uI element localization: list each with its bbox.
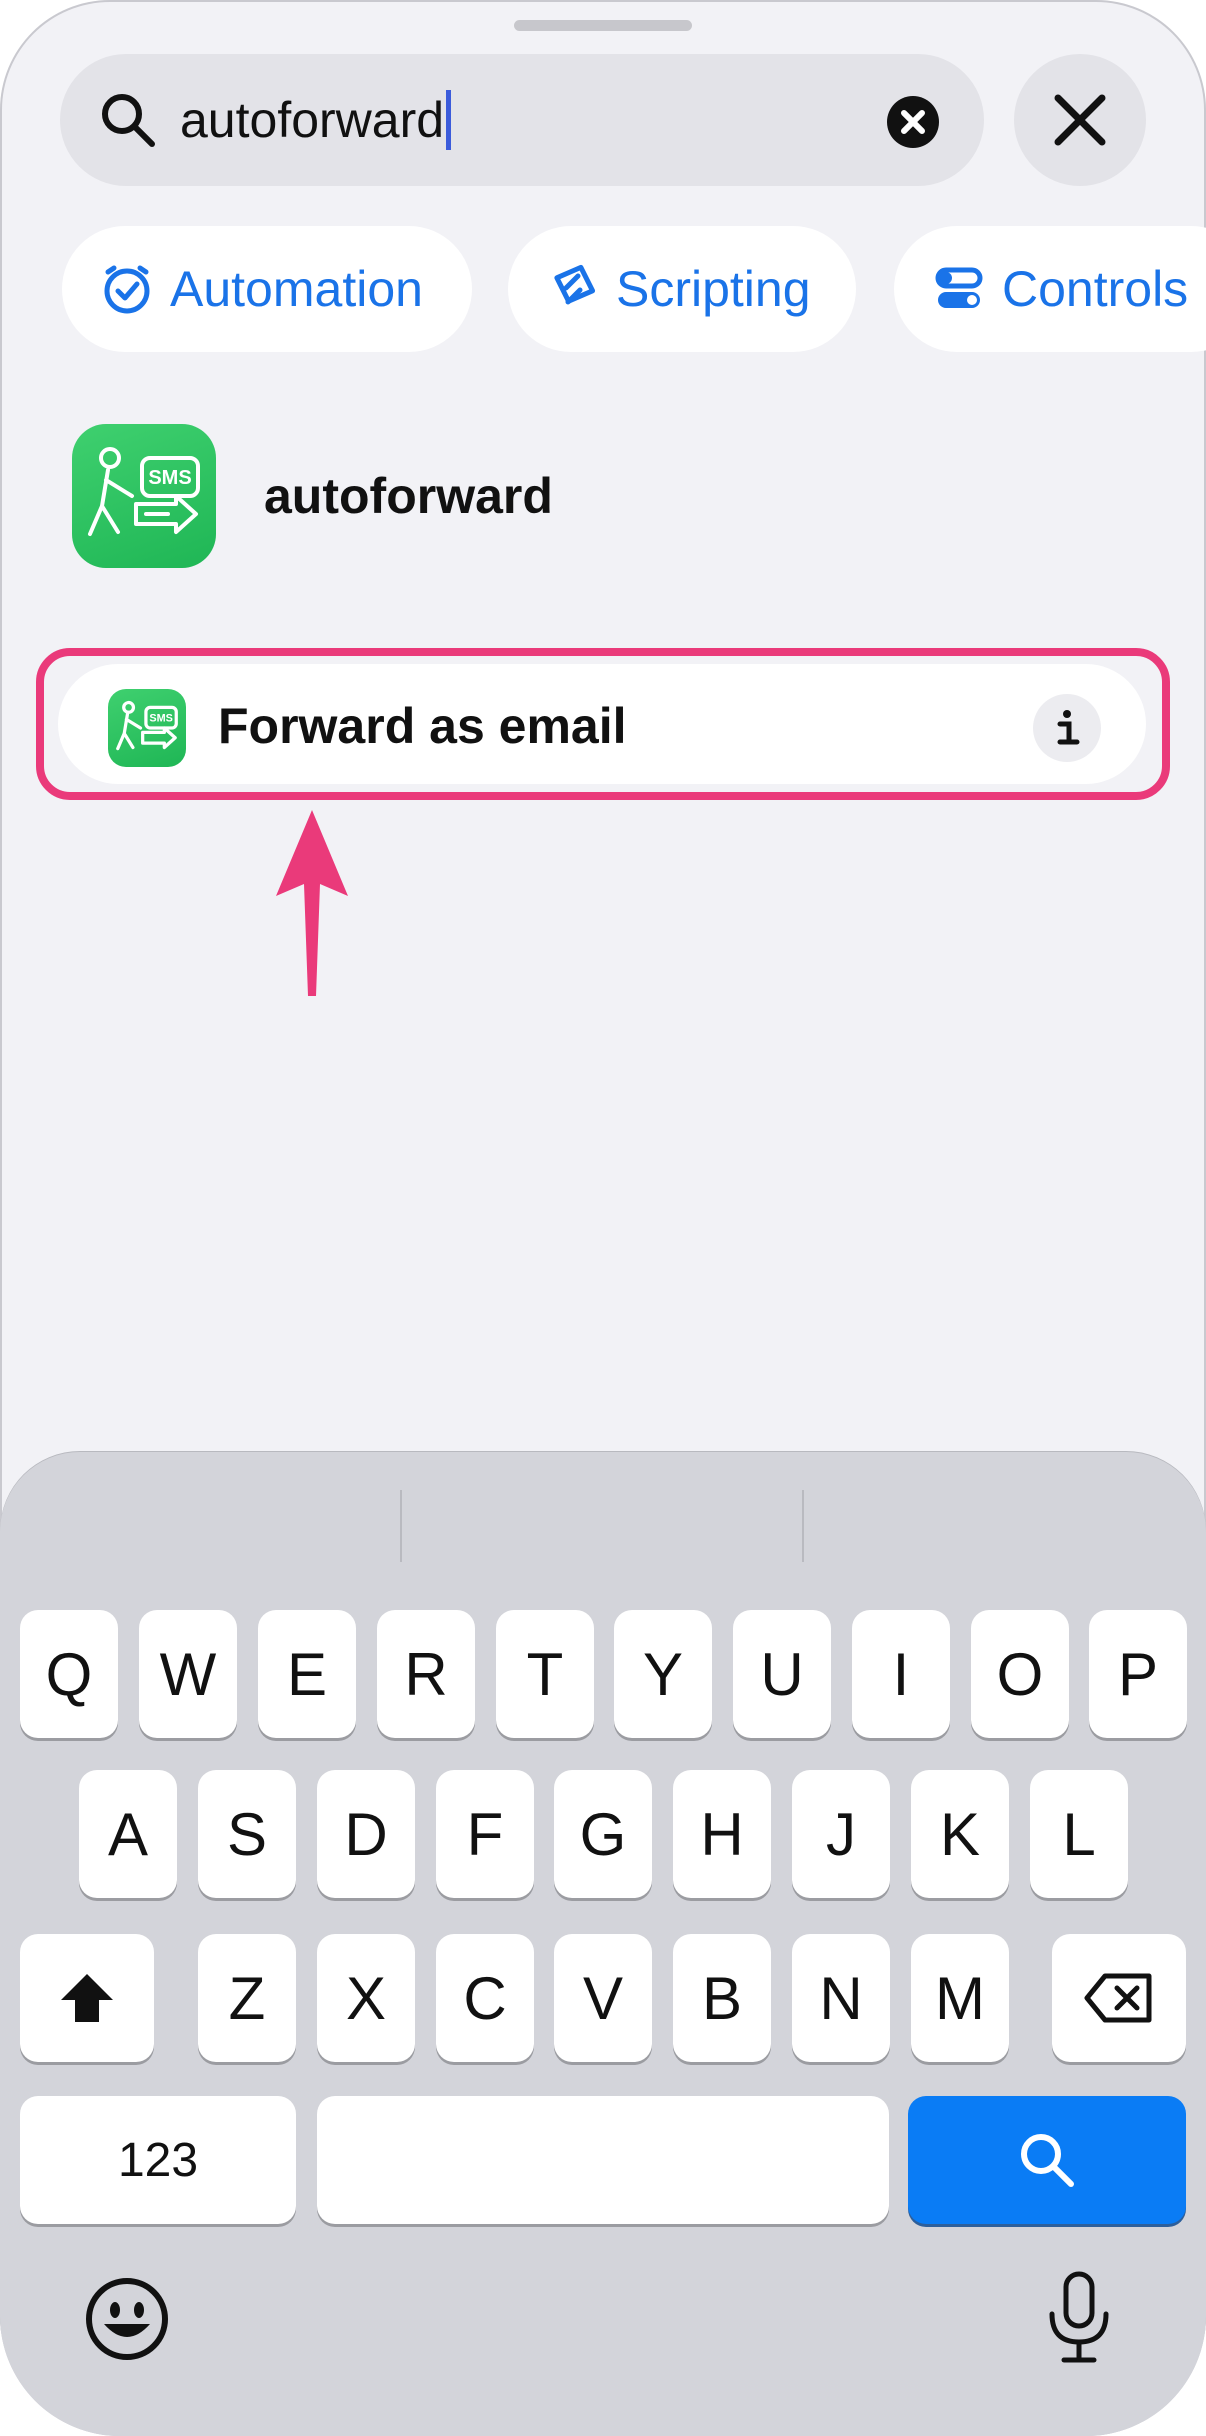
chip-scripting[interactable]: Scripting <box>508 226 856 352</box>
emoji-button[interactable] <box>84 2276 170 2362</box>
sms-forward-app-icon[interactable]: SMS <box>72 424 216 568</box>
key-t[interactable]: T <box>496 1610 594 1738</box>
chip-automation[interactable]: Automation <box>62 226 472 352</box>
key-c[interactable]: C <box>436 1934 534 2062</box>
numbers-key-label: 123 <box>117 2133 199 2187</box>
chip-automation-label: Automation <box>170 261 423 317</box>
delete-icon <box>1084 1973 1152 2023</box>
key-y[interactable]: Y <box>614 1610 712 1738</box>
key-l[interactable]: L <box>1030 1770 1128 1898</box>
scripting-diamond-icon <box>554 264 596 305</box>
app-name[interactable]: autoforward <box>264 466 553 526</box>
key-v[interactable]: V <box>554 1934 652 2062</box>
sms-text: SMS <box>148 467 191 489</box>
sms-forward-small-icon: SMS <box>108 689 186 767</box>
emoji-icon <box>86 2278 168 2360</box>
toggles-icon <box>935 267 983 308</box>
key-u[interactable]: U <box>733 1610 831 1738</box>
key-k[interactable]: K <box>911 1770 1009 1898</box>
info-button[interactable] <box>1033 694 1101 762</box>
suggestion-divider <box>802 1490 804 1562</box>
sheet-grabber[interactable] <box>514 20 692 31</box>
close-icon <box>1054 94 1106 146</box>
close-button[interactable] <box>1014 54 1146 186</box>
dictation-button[interactable] <box>1042 2270 1116 2366</box>
search-input[interactable]: autoforward <box>180 90 452 150</box>
text-caret <box>446 90 452 150</box>
key-o[interactable]: O <box>971 1610 1069 1738</box>
pointer-arrow-icon <box>276 810 348 996</box>
suggestion-divider <box>400 1490 402 1562</box>
chip-controls[interactable]: Controls <box>894 226 1206 352</box>
search-icon <box>1021 2134 1074 2187</box>
shift-icon <box>61 1974 113 2022</box>
search-sheet: autoforward Automation Scripting Control… <box>0 0 1206 2436</box>
chip-scripting-label: Scripting <box>616 261 811 317</box>
shortcut-result-forward-as-email[interactable]: SMS Forward as email <box>58 664 1146 784</box>
key-n[interactable]: N <box>792 1934 890 2062</box>
key-r[interactable]: R <box>377 1610 475 1738</box>
numbers-key[interactable]: 123 <box>20 2096 296 2224</box>
key-z[interactable]: Z <box>198 1934 296 2062</box>
search-icon <box>102 94 155 147</box>
key-w[interactable]: W <box>139 1610 237 1738</box>
info-icon <box>1057 710 1080 745</box>
key-e[interactable]: E <box>258 1610 356 1738</box>
search-field[interactable]: autoforward <box>60 54 984 186</box>
key-a[interactable]: A <box>79 1770 177 1898</box>
key-q[interactable]: Q <box>20 1610 118 1738</box>
space-key[interactable] <box>317 2096 889 2224</box>
key-h[interactable]: H <box>673 1770 771 1898</box>
microphone-icon <box>1049 2271 1109 2363</box>
result-label: Forward as email <box>218 698 627 754</box>
key-x[interactable]: X <box>317 1934 415 2062</box>
search-key[interactable] <box>908 2096 1186 2224</box>
clear-search-button[interactable] <box>887 96 939 148</box>
key-d[interactable]: D <box>317 1770 415 1898</box>
key-b[interactable]: B <box>673 1934 771 2062</box>
svg-text:SMS: SMS <box>149 713 172 725</box>
key-f[interactable]: F <box>436 1770 534 1898</box>
clear-x-icon <box>901 110 925 134</box>
key-i[interactable]: I <box>852 1610 950 1738</box>
sms-forward-figure-icon: SMS <box>88 447 200 536</box>
shift-key[interactable] <box>20 1934 154 2062</box>
key-m[interactable]: M <box>911 1934 1009 2062</box>
chip-controls-label: Controls <box>1002 261 1189 317</box>
key-g[interactable]: G <box>554 1770 652 1898</box>
key-s[interactable]: S <box>198 1770 296 1898</box>
delete-key[interactable] <box>1052 1934 1186 2062</box>
clock-check-icon <box>104 265 150 314</box>
key-p[interactable]: P <box>1089 1610 1187 1738</box>
keyboard: Q W E R T Y U I O P A S D F G H J K L Z … <box>0 1452 1206 2436</box>
key-j[interactable]: J <box>792 1770 890 1898</box>
